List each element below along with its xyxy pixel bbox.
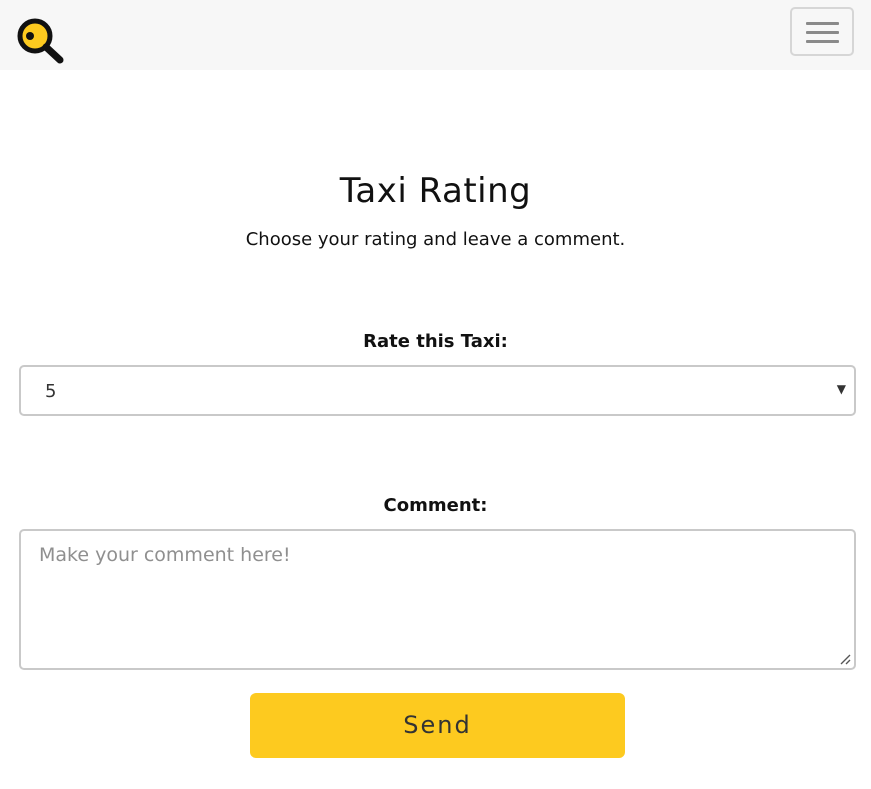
rating-label: Rate this Taxi:	[363, 331, 508, 352]
resize-handle-icon[interactable]	[839, 653, 851, 665]
hamburger-menu-icon-bar	[806, 40, 839, 43]
comment-textarea[interactable]: Make your comment here!	[19, 529, 856, 670]
navbar	[0, 0, 871, 70]
comment-placeholder: Make your comment here!	[39, 544, 291, 566]
page-subtitle: Choose your rating and leave a comment.	[245, 229, 626, 250]
caret-down-icon: ▼	[836, 382, 846, 396]
hamburger-menu-icon	[806, 22, 839, 25]
send-button[interactable]: Send	[250, 693, 625, 758]
page-title: Taxi Rating	[339, 171, 532, 211]
comment-label: Comment:	[383, 495, 488, 516]
hamburger-menu-icon-bar	[806, 31, 839, 34]
rating-select[interactable]: 5 ▼	[19, 365, 856, 416]
magnifier-logo-icon[interactable]	[16, 16, 68, 64]
rating-selected-value: 5	[45, 381, 57, 402]
hamburger-menu-button[interactable]	[790, 7, 854, 56]
